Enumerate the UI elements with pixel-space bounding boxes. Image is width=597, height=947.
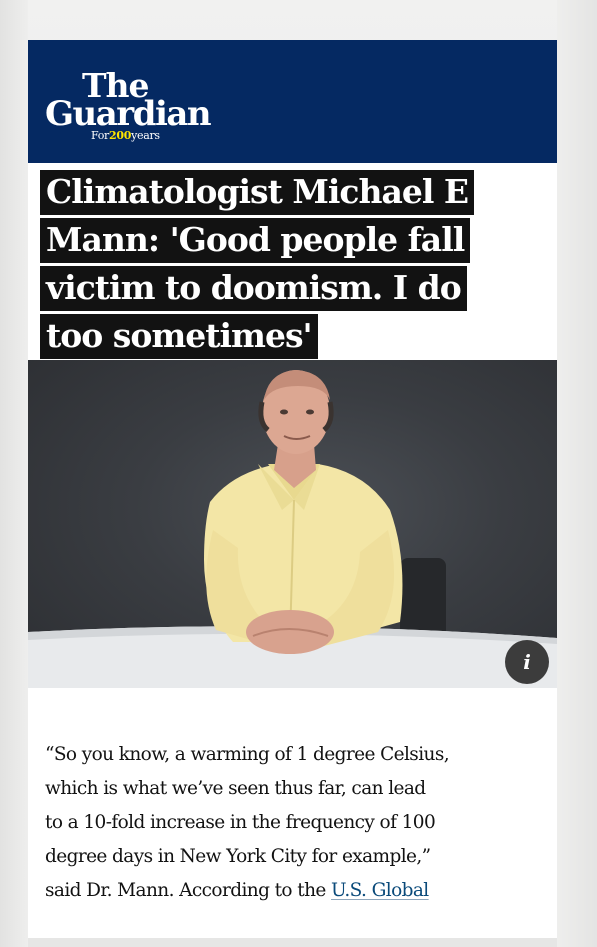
tagline-number: 200 bbox=[109, 129, 132, 142]
body-line: which is what we’ve seen thus far, can l… bbox=[45, 778, 426, 799]
image-info-button[interactable]: i bbox=[505, 640, 549, 684]
headline: Climatologist Michael E Mann: 'Good peopl… bbox=[40, 168, 540, 360]
headline-text: Climatologist Michael E Mann: 'Good peopl… bbox=[40, 170, 475, 359]
info-icon: i bbox=[523, 650, 531, 674]
masthead: The Guardian For200years bbox=[28, 40, 557, 163]
article-card: The Guardian For200years Climatologist M… bbox=[28, 40, 557, 938]
headline-line: victim to doomism. I do bbox=[46, 268, 462, 307]
body-line: “So you know, a warming of 1 degree Cels… bbox=[45, 744, 450, 765]
guardian-logo-tagline: For200years bbox=[91, 130, 160, 142]
tagline-prefix: For bbox=[91, 129, 110, 142]
headline-line: Climatologist Michael E bbox=[46, 172, 469, 211]
body-line: to a 10-fold increase in the frequency o… bbox=[45, 812, 436, 833]
body-last-line-text: said Dr. Mann. According to the bbox=[45, 880, 332, 901]
background-left bbox=[0, 0, 28, 947]
background-right bbox=[557, 0, 597, 947]
headline-line: Mann: 'Good people fall bbox=[46, 220, 465, 259]
article-body-paragraph: “So you know, a warming of 1 degree Cels… bbox=[45, 738, 550, 908]
body-line: degree days in New York City for example… bbox=[45, 846, 431, 867]
headline-line: too sometimes' bbox=[46, 316, 313, 355]
article-photo[interactable] bbox=[28, 360, 557, 688]
portrait-illustration bbox=[28, 370, 557, 688]
us-global-link[interactable]: U.S. Global bbox=[331, 880, 429, 901]
guardian-logo-wordmark: Guardian bbox=[45, 94, 212, 134]
body-line-last: said Dr. Mann. According to the U.S. Glo… bbox=[45, 874, 550, 908]
tagline-suffix: years bbox=[131, 129, 160, 142]
